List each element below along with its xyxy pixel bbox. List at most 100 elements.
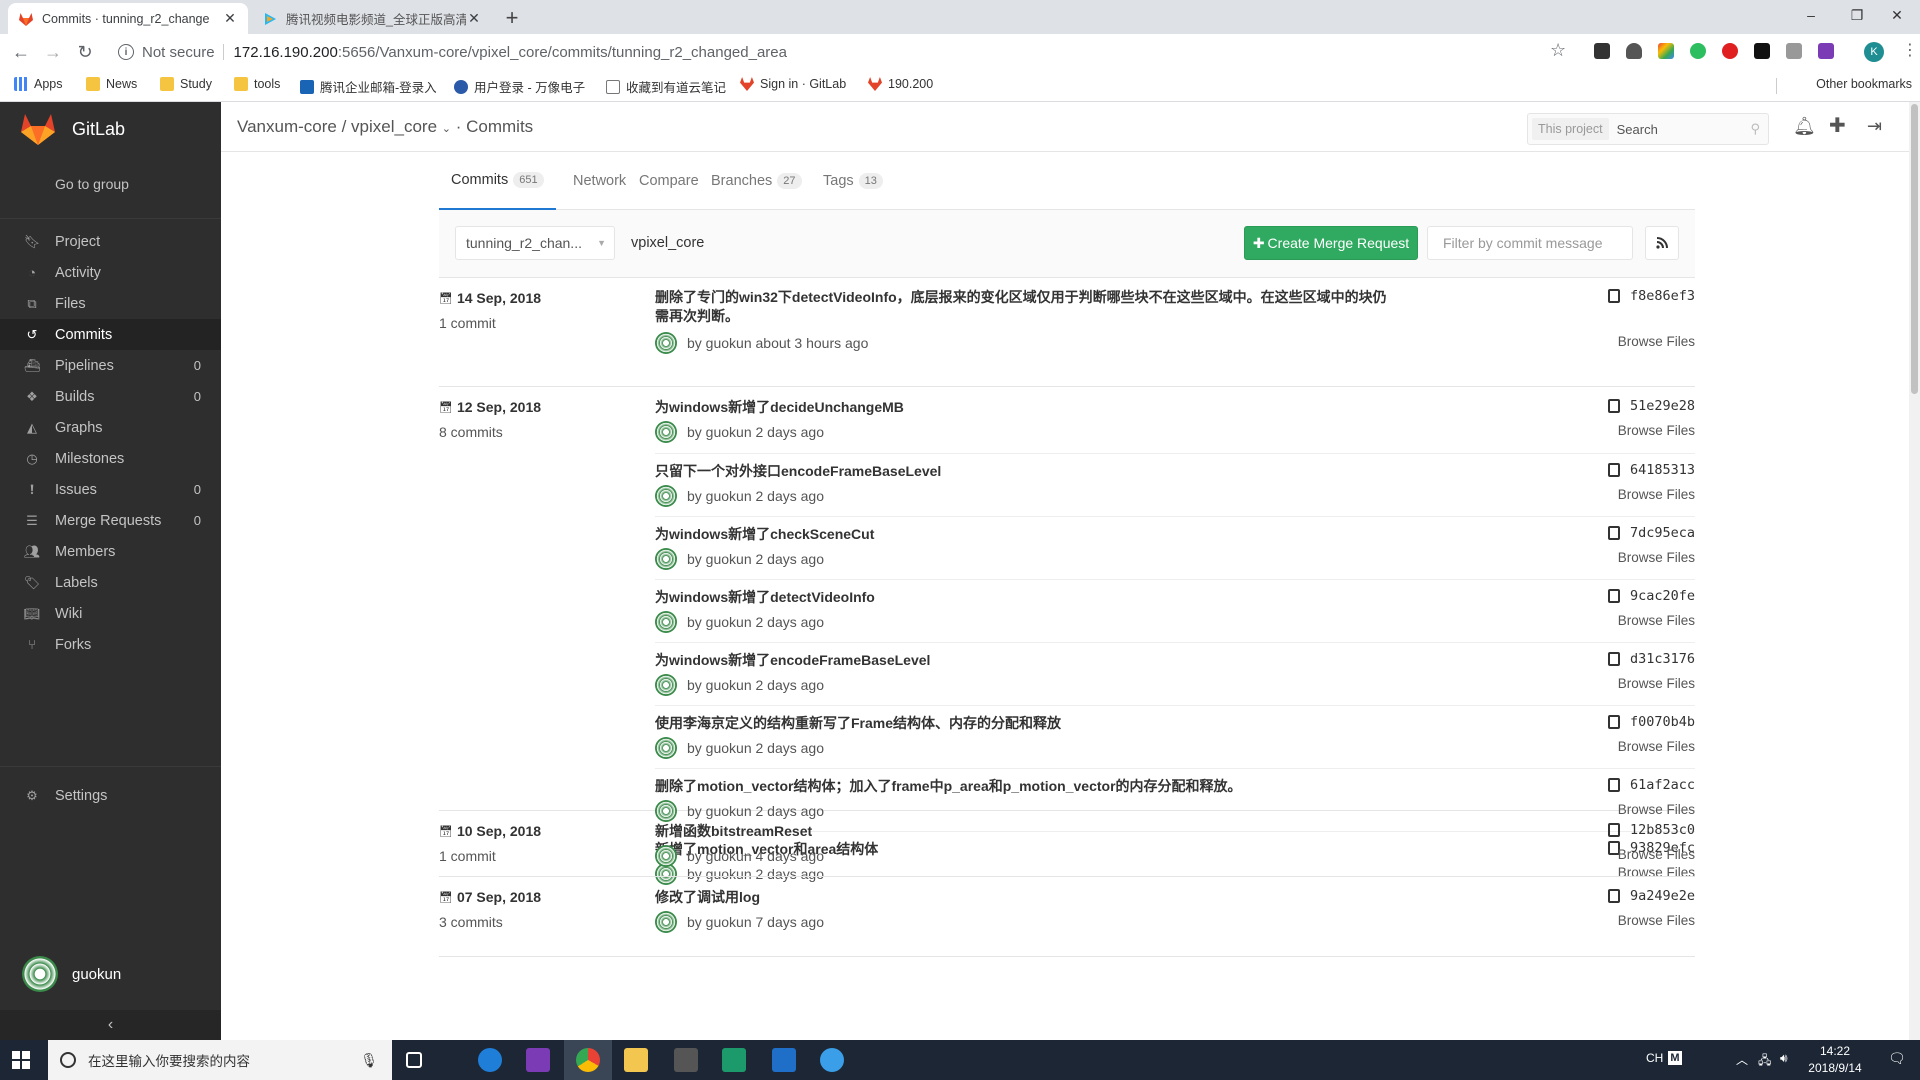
browse-files-link[interactable]: Browse Files xyxy=(1618,676,1695,691)
scrollbar-thumb[interactable] xyxy=(1911,104,1918,394)
collapse-sidebar-button[interactable]: ‹ xyxy=(0,1010,221,1040)
evernote-extension-icon[interactable] xyxy=(1690,43,1706,59)
author-link[interactable]: by guokun xyxy=(687,677,752,693)
clipboard-icon[interactable] xyxy=(1607,399,1620,413)
tab-commits[interactable]: Commits 651 xyxy=(439,152,556,210)
adblock-extension-icon[interactable] xyxy=(1722,43,1738,59)
tray-expand-icon[interactable]: ︿ xyxy=(1736,1051,1748,1068)
sidebar-item-pipelines[interactable]: ⛴︎ Pipelines 0 xyxy=(0,350,221,381)
sidebar-item-commits[interactable]: ↺ Commits xyxy=(0,319,221,350)
microphone-icon[interactable]: 🎙︎ xyxy=(360,1052,378,1069)
info-icon[interactable]: i xyxy=(118,44,134,60)
close-tab-icon[interactable]: ✕ xyxy=(222,10,238,27)
ime-mode-icon[interactable]: M xyxy=(1668,1051,1682,1065)
go-to-group-link[interactable]: Go to group xyxy=(55,176,129,192)
avatar[interactable] xyxy=(655,611,677,633)
clipboard-icon[interactable] xyxy=(1607,715,1620,729)
sign-out-icon[interactable]: ⇥ xyxy=(1867,116,1882,137)
minimize-icon[interactable]: – xyxy=(1788,0,1834,30)
close-window-icon[interactable]: ✕ xyxy=(1874,0,1920,30)
terminal-icon[interactable] xyxy=(674,1048,698,1072)
author-link[interactable]: by guokun xyxy=(687,614,752,630)
menu-icon[interactable]: ⋮ xyxy=(1902,40,1918,60)
back-icon[interactable]: ← xyxy=(10,41,32,63)
avatar[interactable] xyxy=(655,911,677,933)
bookmark-study[interactable]: Study xyxy=(160,77,212,91)
branch-select[interactable]: tunning_r2_chan... ▼ xyxy=(455,226,615,260)
sidebar-item-issues[interactable]: ❗︎ Issues 0 xyxy=(0,474,221,505)
clipboard-icon[interactable] xyxy=(1607,823,1620,837)
commit-title-link[interactable]: 删除了motion_vector结构体；加入了frame中p_area和p_mo… xyxy=(655,777,1395,796)
avatar[interactable] xyxy=(655,674,677,696)
commit-title-link[interactable]: 删除了专门的win32下detectVideoInfo，底层报来的变化区域仅用于… xyxy=(655,288,1395,326)
reload-icon[interactable]: ↻ xyxy=(74,41,96,63)
taskbar-search-input[interactable]: 在这里输入你要搜索的内容 🎙︎ xyxy=(48,1040,392,1080)
address-bar[interactable]: i Not secure 172.16.190.200:5656/Vanxum-… xyxy=(110,38,1580,66)
volume-icon[interactable]: 🔊︎ xyxy=(1780,1051,1788,1066)
profile-avatar[interactable]: K xyxy=(1864,42,1884,62)
rss-icon[interactable] xyxy=(1645,226,1679,260)
sidebar-item-forks[interactable]: ⑂ Forks xyxy=(0,629,221,660)
browser-tab-gitlab[interactable]: Commits · tunning_r2_change ✕ xyxy=(8,3,248,34)
author-link[interactable]: by guokun xyxy=(687,424,752,440)
commit-title-link[interactable]: 为windows新增了checkSceneCut xyxy=(655,525,1395,544)
clipboard-icon[interactable] xyxy=(1607,463,1620,477)
author-link[interactable]: by guokun xyxy=(687,488,752,504)
close-tab-icon[interactable]: ✕ xyxy=(466,10,482,27)
new-tab-button[interactable]: + xyxy=(500,5,524,31)
commit-sha[interactable]: 51e29e28 xyxy=(1607,398,1695,414)
browse-files-link[interactable]: Browse Files xyxy=(1618,550,1695,565)
clipboard-icon[interactable] xyxy=(1607,778,1620,792)
bookmark-apps[interactable]: Apps xyxy=(14,77,63,91)
network-icon[interactable]: 🖧︎ xyxy=(1758,1051,1771,1072)
search-input[interactable]: This project Search ⚲ xyxy=(1527,113,1769,145)
commit-sha[interactable]: 61af2acc xyxy=(1607,777,1695,793)
author-link[interactable]: by guokun xyxy=(687,551,752,567)
commit-sha[interactable]: 64185313 xyxy=(1607,462,1695,478)
bell-icon[interactable]: 🔔︎ xyxy=(1793,116,1816,137)
page-scrollbar[interactable] xyxy=(1909,102,1920,1040)
commit-title-link[interactable]: 新增函数bitstreamReset xyxy=(655,822,1395,841)
file-explorer-icon[interactable] xyxy=(624,1048,648,1072)
sidebar-item-builds[interactable]: ❖ Builds 0 xyxy=(0,381,221,412)
ime-indicator[interactable]: CH xyxy=(1646,1051,1663,1065)
sidebar-item-project[interactable]: 🔖︎ Project xyxy=(0,226,221,257)
avatar[interactable] xyxy=(655,332,677,354)
browser-tab-tencent[interactable]: 腾讯视频电影频道_全球正版高清 ✕ xyxy=(252,3,492,34)
camera-extension-icon[interactable] xyxy=(1786,43,1802,59)
author-link[interactable]: by guokun xyxy=(687,914,752,930)
other-bookmarks[interactable]: Other bookmarks xyxy=(1816,77,1912,91)
commit-title-link[interactable]: 只留下一个对外接口encodeFrameBaseLevel xyxy=(655,462,1395,481)
sidebar-item-merge-requests[interactable]: ☰ Merge Requests 0 xyxy=(0,505,221,536)
notification-icon[interactable]: 🗨︎ xyxy=(1888,1050,1906,1067)
clipboard-icon[interactable] xyxy=(1607,289,1620,303)
sidebar-item-files[interactable]: ⧉ Files xyxy=(0,288,221,319)
author-link[interactable]: by guokun xyxy=(687,335,752,351)
sidebar-item-activity[interactable]: ◔ Activity xyxy=(0,257,221,288)
author-link[interactable]: by guokun xyxy=(687,848,752,864)
author-link[interactable]: by guokun xyxy=(687,740,752,756)
feishu-icon[interactable] xyxy=(820,1048,844,1072)
edge-icon[interactable] xyxy=(478,1048,502,1072)
gitlab-logo[interactable]: GitLab xyxy=(20,112,125,146)
windows-start-icon[interactable] xyxy=(12,1051,30,1069)
avatar[interactable] xyxy=(655,548,677,570)
sidebar-item-milestones[interactable]: ◷ Milestones xyxy=(0,443,221,474)
task-view-icon[interactable] xyxy=(406,1052,422,1068)
commit-title-link[interactable]: 为windows新增了decideUnchangeMB xyxy=(655,398,1395,417)
extension-icon[interactable] xyxy=(1658,43,1674,59)
breadcrumb-group[interactable]: Vanxum-core xyxy=(237,117,337,136)
sidebar-item-wiki[interactable]: 📖︎ Wiki xyxy=(0,598,221,629)
chrome-icon[interactable] xyxy=(576,1048,600,1072)
bookmark-star-icon[interactable]: ☆ xyxy=(1550,40,1566,61)
forward-icon[interactable]: → xyxy=(42,41,64,63)
bookmark-gitlab-signin[interactable]: Sign in · GitLab xyxy=(740,77,846,91)
commit-sha[interactable]: d31c3176 xyxy=(1607,651,1695,667)
browse-files-link[interactable]: Browse Files xyxy=(1618,334,1695,349)
browse-files-link[interactable]: Browse Files xyxy=(1618,487,1695,502)
bookmark-190-200[interactable]: 190.200 xyxy=(868,77,933,91)
pocket-extension-icon[interactable] xyxy=(1626,43,1642,59)
sidebar-item-graphs[interactable]: ◭ Graphs xyxy=(0,412,221,443)
plus-icon[interactable]: ✚ xyxy=(1829,113,1846,138)
vscode-icon[interactable] xyxy=(772,1048,796,1072)
